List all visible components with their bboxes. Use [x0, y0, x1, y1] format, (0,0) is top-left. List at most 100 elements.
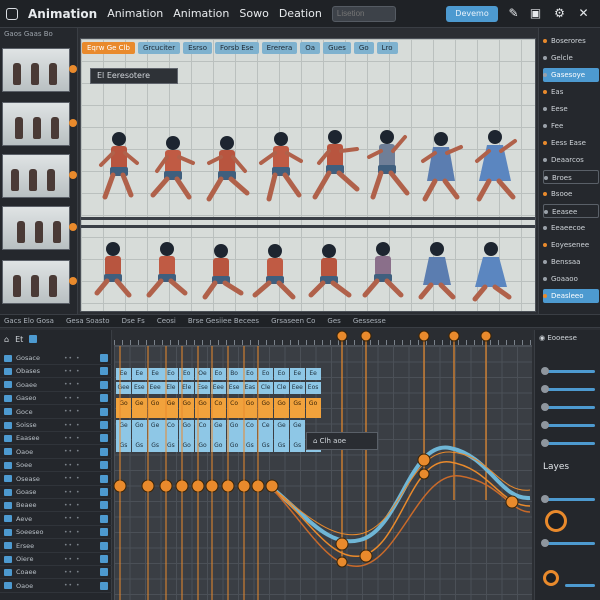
keyframe[interactable]: Ee [147, 368, 163, 380]
properties-item[interactable]: Goaaoo [543, 272, 599, 286]
layer-options-icon[interactable]: •• • [64, 582, 81, 589]
layer-row[interactable]: Beaee •• • [0, 499, 112, 513]
keyframe[interactable]: Ge [147, 420, 163, 440]
properties-item[interactable]: Bsooe [543, 187, 599, 201]
layer-options-icon[interactable]: •• • [64, 462, 81, 469]
edit-icon[interactable]: ▣ [528, 6, 543, 21]
keyframe[interactable]: Gee [116, 382, 131, 394]
keyframe[interactable]: Ge [116, 420, 131, 440]
frame-thumb[interactable] [2, 206, 77, 250]
keyframe[interactable]: Go [305, 398, 321, 418]
layer-row[interactable]: Soeeseo •• • [0, 526, 112, 540]
layer-row[interactable]: Aeve •• • [0, 513, 112, 526]
keyframe[interactable]: Ge [131, 398, 147, 418]
layer-row[interactable]: Gaseo •• • [0, 392, 112, 406]
keyframe[interactable]: Co [163, 420, 179, 440]
layer-visibility-icon[interactable] [100, 434, 108, 443]
property-slider[interactable] [541, 385, 595, 393]
keyframe[interactable]: Go [131, 420, 147, 440]
tab-3[interactable]: Esrso [183, 42, 212, 54]
layer-visibility-icon[interactable] [100, 488, 108, 496]
keyframe[interactable]: Ee [289, 368, 305, 380]
property-slider[interactable] [541, 367, 595, 375]
keyframe[interactable]: Go [274, 398, 289, 418]
layer-slider[interactable] [565, 584, 595, 587]
keyframe[interactable]: Ele [163, 382, 179, 394]
keyframe[interactable]: Eee [289, 382, 305, 394]
layer-slider[interactable] [541, 495, 595, 503]
layer-options-icon[interactable]: •• • [64, 502, 81, 509]
app-icon[interactable] [6, 7, 18, 20]
tab-7[interactable]: Gues [323, 42, 351, 54]
keyframe[interactable]: Ese [226, 382, 242, 394]
keyframe[interactable]: Co [210, 398, 226, 418]
layer-visibility-icon[interactable] [100, 421, 108, 429]
property-slider[interactable] [541, 421, 595, 429]
keyframe[interactable]: Eo [163, 368, 179, 380]
keyframe[interactable]: Gs [258, 440, 274, 452]
layer-visibility-icon[interactable] [100, 474, 108, 483]
keyframe[interactable]: Go [195, 398, 210, 418]
keyframe[interactable]: Eo [179, 368, 195, 380]
frame-thumb[interactable] [2, 260, 77, 304]
slider-knob[interactable] [541, 385, 549, 393]
keyframe[interactable]: Cle [274, 382, 289, 394]
properties-item[interactable]: Eese [543, 102, 599, 116]
layer-visibility-icon[interactable] [100, 581, 108, 590]
tab-8[interactable]: Go [353, 42, 374, 54]
layer-options-icon[interactable]: •• • [64, 556, 81, 563]
layer-slider[interactable] [541, 539, 595, 547]
tab-2[interactable]: Grcuciter [137, 42, 181, 54]
keyframe[interactable]: Ese [131, 382, 147, 394]
keyframe[interactable]: Ee [305, 368, 321, 380]
keyframe[interactable]: Oe [195, 368, 210, 380]
layer-options-icon[interactable]: •• • [64, 395, 81, 402]
layer-options-icon[interactable]: •• • [64, 408, 81, 415]
layer-visibility-icon[interactable] [100, 354, 108, 362]
layer-options-icon[interactable]: •• • [64, 422, 81, 429]
tab-5[interactable]: Ererera [261, 42, 298, 54]
layer-row[interactable]: Ersee •• • [0, 540, 112, 553]
toolbar-item[interactable]: Grsaseen Co [271, 317, 315, 325]
slider-knob[interactable] [541, 539, 549, 547]
timeline-ruler[interactable] [114, 330, 532, 346]
layer-row[interactable]: Eaasee •• • [0, 432, 112, 446]
keyframe[interactable]: Eo [258, 368, 274, 380]
toolbar-item[interactable]: Gacs Elo Gosa [4, 317, 54, 325]
keyframe[interactable]: Cle [258, 382, 274, 394]
menu-item-sowo[interactable]: Sowo [239, 7, 268, 20]
keyframe[interactable]: Eo [242, 368, 258, 380]
menu-item-animation[interactable]: Animation [28, 7, 97, 21]
keyframe[interactable]: Ele [179, 382, 195, 394]
keyframe[interactable]: Eo [210, 368, 226, 380]
layer-visibility-icon[interactable] [100, 541, 108, 550]
keyframe[interactable]: Go [179, 440, 195, 452]
layer-row[interactable]: Soee •• • [0, 459, 112, 473]
layer-options-icon[interactable]: •• • [64, 569, 81, 576]
properties-item[interactable]: Fee [543, 119, 599, 133]
frame-thumb[interactable] [2, 154, 77, 198]
properties-item[interactable]: Eess Ease [543, 136, 599, 150]
layer-visibility-icon[interactable] [100, 380, 108, 389]
menu-item-animation-3[interactable]: Animation [173, 7, 229, 20]
keyframe[interactable]: Go [195, 440, 210, 452]
layer-visibility-icon[interactable] [100, 555, 108, 563]
dial-knob[interactable] [545, 510, 567, 532]
slider-knob[interactable] [541, 439, 549, 447]
keyframe[interactable]: Ge [163, 398, 179, 418]
keyframe[interactable]: Eas [242, 382, 258, 394]
properties-item[interactable]: Deasleeo [543, 289, 599, 303]
layer-visibility-icon[interactable] [100, 514, 108, 523]
keyframe[interactable]: Go [179, 398, 195, 418]
keyframe[interactable]: Go [179, 420, 195, 440]
properties-item[interactable]: Gasesoye [543, 68, 599, 82]
property-slider[interactable] [541, 403, 595, 411]
keyframe[interactable]: Co [195, 420, 210, 440]
properties-item[interactable]: Deaarcos [543, 153, 599, 167]
layer-row[interactable]: Soisse •• • [0, 419, 112, 432]
layer-options-icon[interactable]: •• • [64, 489, 81, 496]
keyframe[interactable]: Ese [195, 382, 210, 394]
layer-row[interactable]: Obases •• • [0, 365, 112, 379]
keyframe[interactable]: Go [226, 420, 242, 440]
menu-item-animation-2[interactable]: Animation [107, 7, 163, 20]
